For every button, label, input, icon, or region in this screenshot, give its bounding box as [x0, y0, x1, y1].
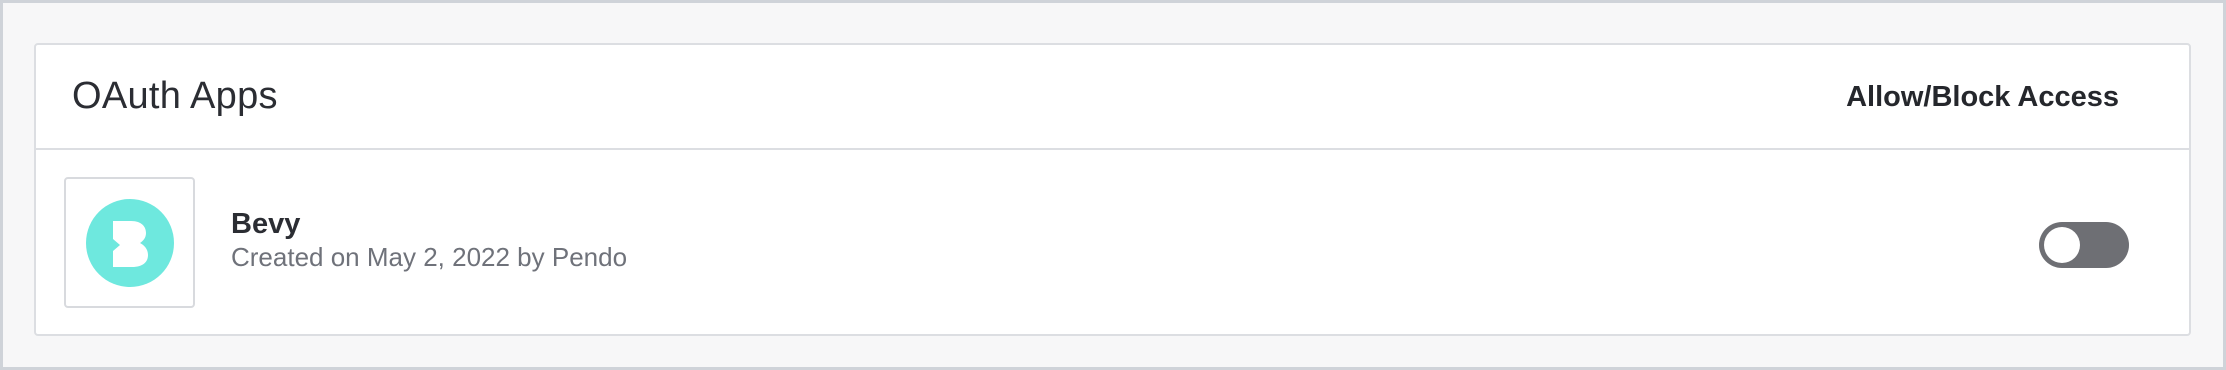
bevy-logo-icon — [86, 199, 174, 287]
app-name: Bevy — [231, 208, 301, 240]
page: { "panel": { "title": "OAuth Apps", "hea… — [0, 0, 2226, 370]
panel-title: OAuth Apps — [72, 75, 278, 117]
access-toggle[interactable] — [2039, 222, 2129, 268]
panel-header: OAuth Apps Allow/Block Access — [36, 45, 2189, 150]
allow-block-access-header: Allow/Block Access — [1846, 81, 2119, 113]
app-row: Bevy Created on May 2, 2022 by Pendo — [36, 150, 2189, 334]
app-created-info: Created on May 2, 2022 by Pendo — [231, 242, 628, 272]
toggle-knob — [2044, 227, 2080, 263]
oauth-apps-panel: OAuth Apps Allow/Block Access Bevy Creat… — [34, 43, 2191, 336]
app-logo — [64, 177, 195, 308]
